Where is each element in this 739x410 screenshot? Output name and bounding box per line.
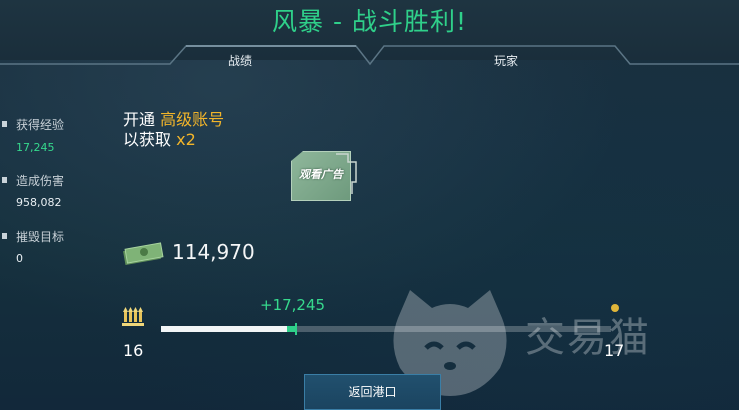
credits-icon <box>123 242 164 266</box>
tab-stats[interactable]: 战绩 <box>200 52 280 69</box>
return-to-port-button[interactable]: 返回港口 <box>304 374 441 410</box>
promo-line2-prefix: 以获取 <box>123 130 177 149</box>
tab-divider <box>0 45 739 66</box>
promo-line1-prefix: 开通 <box>123 110 161 129</box>
current-rank: 16 <box>123 341 144 360</box>
stat-value-damage: 958,082 <box>16 196 62 209</box>
premium-account-link[interactable]: 高级账号 <box>160 110 224 129</box>
xp-gain-marker <box>295 323 297 335</box>
rank-insignia-icon <box>122 307 144 326</box>
stat-value-destroyed: 0 <box>16 252 23 265</box>
premium-promo: 开通 高级账号 以获取 x2 <box>123 110 224 150</box>
stat-value-experience: 17,245 <box>16 141 55 154</box>
xp-progress-fill <box>161 326 287 332</box>
battle-result-title: 风暴 - 战斗胜利! <box>272 7 467 36</box>
destroyed-icon <box>2 233 7 239</box>
multiplier-text: x2 <box>176 130 196 149</box>
tab-players[interactable]: 玩家 <box>466 52 546 69</box>
stat-label-damage: 造成伤害 <box>16 174 65 188</box>
experience-icon <box>2 121 7 127</box>
stat-label-experience: 获得经验 <box>16 118 65 132</box>
credits-value: 114,970 <box>172 240 255 264</box>
damage-icon <box>2 177 7 183</box>
stat-label-destroyed: 摧毁目标 <box>16 230 65 244</box>
watch-ad-label: 观看广告 <box>299 168 343 181</box>
xp-gain-text: +17,245 <box>260 296 326 314</box>
watermark-text: 交易猫 <box>525 315 651 361</box>
